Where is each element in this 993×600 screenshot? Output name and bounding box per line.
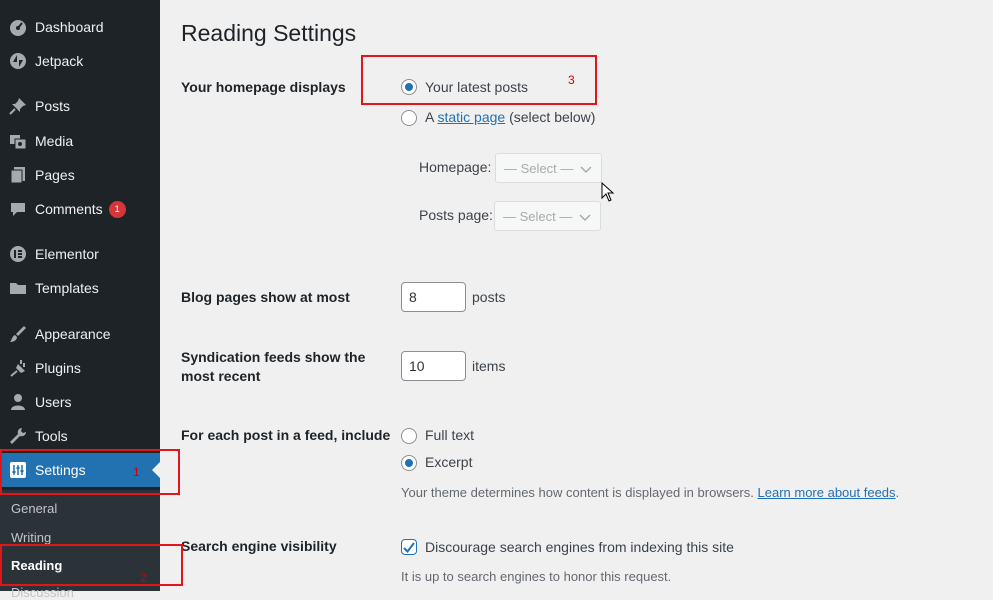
submenu-item-discussion[interactable]: Discussion — [11, 585, 74, 600]
sidebar-item-appearance[interactable]: Appearance — [0, 317, 160, 351]
radio-static-page[interactable] — [401, 110, 417, 126]
excerpt-label: Excerpt — [425, 454, 473, 470]
homepage-select-value: — Select — — [504, 160, 574, 176]
annotation-marker-2: 2 — [140, 571, 147, 585]
annotation-marker-1: 1 — [133, 465, 140, 479]
sidebar-item-label: Plugins — [35, 360, 81, 376]
folder-icon — [8, 278, 28, 298]
chevron-down-icon — [579, 211, 591, 226]
submenu-item-writing[interactable]: Writing — [11, 530, 51, 545]
annotation-marker-3: 3 — [568, 73, 575, 87]
sidebar-item-templates[interactable]: Templates — [0, 271, 160, 305]
search-visibility-label: Search engine visibility — [181, 538, 337, 554]
discourage-search-checkbox[interactable] — [401, 539, 417, 555]
sidebar-item-users[interactable]: Users — [0, 385, 160, 419]
syndication-unit: items — [472, 358, 506, 374]
elementor-icon — [8, 244, 28, 264]
posts-page-select[interactable]: — Select — — [494, 201, 601, 231]
full-text-label: Full text — [425, 427, 475, 443]
sidebar-item-label: Pages — [35, 167, 75, 183]
sidebar-item-jetpack[interactable]: Jetpack — [0, 44, 160, 78]
radio-full-text[interactable] — [401, 428, 417, 444]
submenu-item-general[interactable]: General — [11, 501, 57, 516]
homepage-select-label: Homepage: — [419, 159, 492, 175]
posts-page-select-label: Posts page: — [419, 207, 493, 223]
static-page-link[interactable]: static page — [437, 109, 505, 125]
learn-more-feeds-link[interactable]: Learn more about feeds — [758, 485, 896, 500]
sidebar-item-label: Appearance — [35, 326, 111, 342]
static-suffix: (select below) — [509, 109, 596, 125]
admin-sidebar: Dashboard Jetpack Posts Media Pages Comm… — [0, 0, 160, 600]
annotation-box-3 — [361, 55, 597, 105]
sidebar-item-label: Templates — [35, 280, 99, 296]
annotation-box-1 — [0, 449, 180, 495]
sidebar-item-elementor[interactable]: Elementor — [0, 237, 160, 271]
posts-page-select-value: — Select — — [503, 208, 573, 224]
jetpack-icon — [8, 51, 28, 71]
pin-icon — [8, 96, 28, 116]
sidebar-item-label: Elementor — [35, 246, 99, 262]
page-title: Reading Settings — [181, 20, 357, 46]
sidebar-item-comments[interactable]: Comments 1 — [0, 192, 160, 226]
sidebar-item-posts[interactable]: Posts — [0, 89, 160, 123]
comment-icon — [8, 199, 28, 219]
discourage-search-label: Discourage search engines from indexing … — [425, 539, 734, 555]
sidebar-item-label: Posts — [35, 98, 71, 114]
blog-pages-unit: posts — [472, 289, 506, 305]
static-prefix: A — [425, 109, 434, 125]
sidebar-item-label: Tools — [35, 428, 68, 444]
blog-pages-input[interactable]: 8 — [401, 282, 466, 312]
sidebar-item-label: Media — [35, 133, 74, 149]
sidebar-item-media[interactable]: Media — [0, 124, 160, 158]
chevron-down-icon — [580, 163, 592, 178]
comment-count-badge: 1 — [108, 200, 126, 218]
sidebar-item-label: Jetpack — [35, 53, 84, 69]
sidebar-item-plugins[interactable]: Plugins — [0, 351, 160, 385]
search-visibility-description: It is up to search engines to honor this… — [401, 569, 672, 584]
user-icon — [8, 392, 28, 412]
sidebar-item-pages[interactable]: Pages — [0, 158, 160, 192]
feed-description-end: . — [895, 485, 900, 500]
sidebar-item-label: Comments — [35, 201, 103, 217]
dashboard-icon — [8, 17, 28, 37]
sidebar-item-label: Users — [35, 394, 72, 410]
homepage-displays-label: Your homepage displays — [181, 79, 346, 95]
feed-description-text: Your theme determines how content is dis… — [401, 485, 754, 500]
homepage-select[interactable]: — Select — — [495, 153, 602, 183]
pages-icon — [8, 165, 28, 185]
annotation-box-2 — [0, 544, 183, 586]
sidebar-item-label: Dashboard — [35, 19, 104, 35]
syndication-input[interactable]: 10 — [401, 351, 466, 381]
radio-excerpt[interactable] — [401, 455, 417, 471]
plug-icon — [8, 358, 28, 378]
blog-pages-label: Blog pages show at most — [181, 289, 350, 305]
brush-icon — [8, 324, 28, 344]
sidebar-item-tools[interactable]: Tools — [0, 419, 160, 453]
mouse-cursor-icon — [601, 181, 615, 207]
media-icon — [8, 131, 28, 151]
checkmark-icon — [403, 541, 415, 553]
syndication-label: Syndication feeds show the most recent — [181, 349, 366, 384]
sidebar-item-dashboard[interactable]: Dashboard — [0, 10, 160, 44]
static-page-option: A static page (select below) — [425, 109, 595, 125]
wrench-icon — [8, 426, 28, 446]
feed-include-label: For each post in a feed, include — [181, 427, 391, 443]
feed-description: Your theme determines how content is dis… — [401, 485, 899, 500]
